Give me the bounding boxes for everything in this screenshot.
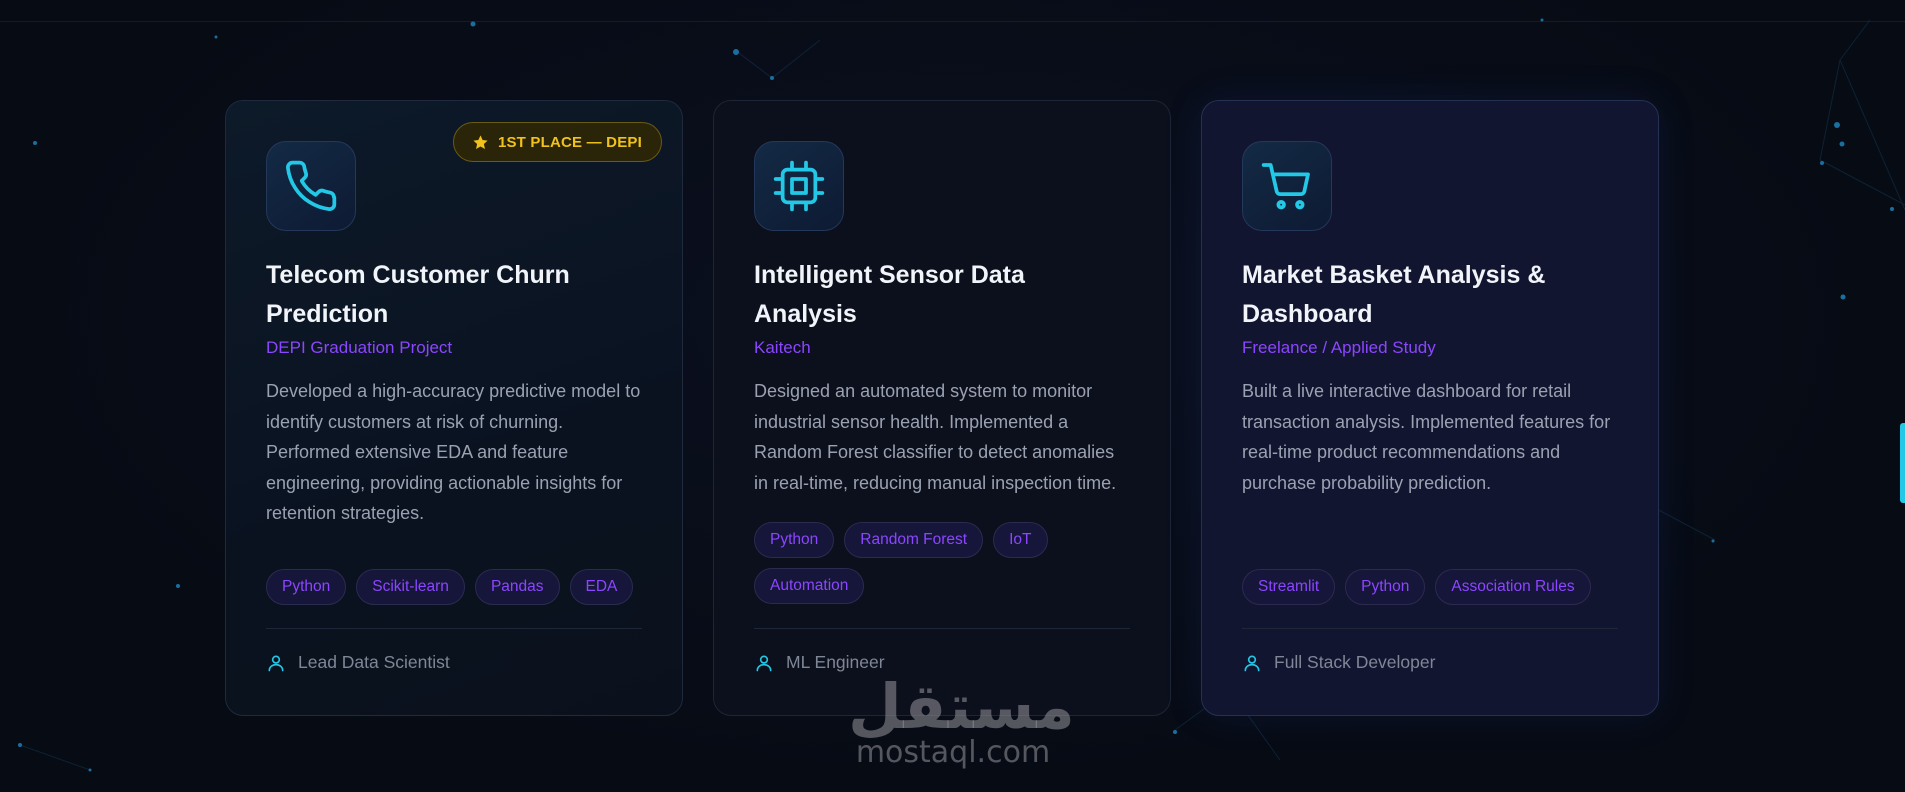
card-divider <box>266 628 642 629</box>
project-description: Designed an automated system to monitor … <box>754 381 1117 493</box>
tag-association-rules: Association Rules <box>1435 569 1591 605</box>
tag-scikit-learn: Scikit-learn <box>356 569 465 605</box>
star-icon <box>473 134 488 149</box>
project-org: Freelance / Applied Study <box>1242 338 1436 357</box>
project-description: Built a live interactive dashboard for r… <box>1242 381 1611 493</box>
mostaql-watermark: مستقل mostaql.com <box>848 670 1075 770</box>
tag-random-forest: Random Forest <box>844 522 984 558</box>
award-badge-label: 1ST PLACE — DEPI <box>497 133 642 151</box>
tag-list: Streamlit Python Association Rules <box>1242 569 1618 605</box>
projects-section: 1ST PLACE — DEPI Telecom Customer Churn … <box>0 0 1905 792</box>
user-icon <box>756 655 772 671</box>
tag-pandas: Pandas <box>474 569 560 605</box>
project-org: Kaitech <box>754 338 811 357</box>
project-card-market-basket[interactable]: Market Basket Analysis & Dashboard Freel… <box>1201 100 1659 716</box>
watermark-arabic: مستقل <box>848 670 1075 743</box>
project-title: Telecom Customer Churn Prediction <box>266 261 570 328</box>
project-org: DEPI Graduation Project <box>266 338 453 357</box>
project-cards: 1ST PLACE — DEPI Telecom Customer Churn … <box>225 100 1659 716</box>
tag-python: Python <box>754 522 835 558</box>
card-divider <box>1242 628 1618 629</box>
tag-streamlit: Streamlit <box>1242 569 1336 605</box>
cpu-chip-icon <box>754 141 844 231</box>
tag-automation: Automation <box>754 568 865 604</box>
tag-python: Python <box>1345 569 1426 605</box>
project-title: Market Basket Analysis & Dashboard <box>1242 261 1546 328</box>
tag-python: Python <box>266 569 347 605</box>
phone-icon <box>266 141 356 231</box>
tag-iot: IoT <box>993 522 1048 558</box>
project-role: Full Stack Developer <box>1242 652 1435 673</box>
tag-list: Python Scikit-learn Pandas EDA <box>266 569 642 605</box>
tag-list: Python Random Forest IoT Automation <box>754 522 1130 604</box>
project-description: Developed a high-accuracy predictive mod… <box>266 381 641 523</box>
watermark-url: mostaql.com <box>855 735 1051 770</box>
project-card-telecom[interactable]: 1ST PLACE — DEPI Telecom Customer Churn … <box>225 100 683 716</box>
project-role: Lead Data Scientist <box>266 652 450 673</box>
user-icon <box>1244 655 1260 671</box>
award-badge: 1ST PLACE — DEPI <box>452 122 662 162</box>
side-scroll-tab[interactable] <box>1900 423 1905 503</box>
shopping-cart-icon <box>1242 141 1332 231</box>
card-divider <box>754 628 1130 629</box>
tag-eda: EDA <box>569 569 634 605</box>
user-icon <box>268 655 284 671</box>
project-card-sensor[interactable]: Intelligent Sensor Data Analysis Kaitech… <box>713 100 1171 716</box>
project-title: Intelligent Sensor Data Analysis <box>754 261 1025 328</box>
project-role-label: Full Stack Developer <box>1274 652 1436 672</box>
project-role-label: Lead Data Scientist <box>298 652 450 672</box>
